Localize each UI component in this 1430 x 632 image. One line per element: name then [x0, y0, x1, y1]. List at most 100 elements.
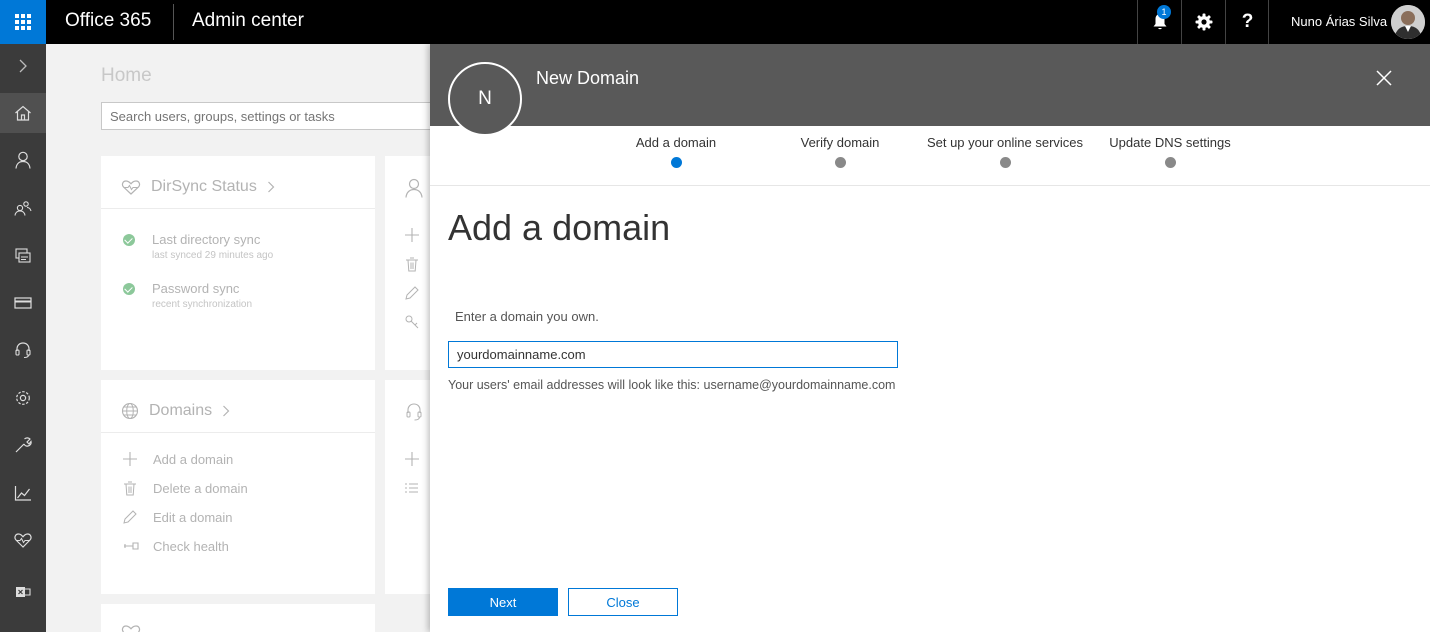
setup-icon [15, 437, 32, 453]
status-label: Password sync [152, 281, 240, 296]
support-card [385, 380, 430, 594]
card-divider [101, 432, 375, 433]
nav-billing[interactable] [0, 283, 46, 323]
status-detail: last synced 29 minutes ago [152, 250, 274, 261]
domains-card: Domains Add a domain Delete a domain Edi… [101, 380, 375, 594]
dirsync-card-header[interactable]: DirSync Status [121, 178, 275, 196]
health-icon [121, 625, 141, 632]
close-icon [1376, 70, 1392, 86]
billing-icon [14, 297, 32, 309]
chevron-right-icon [223, 405, 230, 417]
settings-icon [16, 391, 30, 405]
brand-name[interactable]: Office 365 [65, 0, 151, 44]
new-domain-panel: New Domain N Add a domain Verify domain … [430, 44, 1430, 632]
left-navigation-rail [0, 44, 46, 632]
add-icon [123, 452, 137, 466]
health-icon [14, 533, 32, 548]
health-icon [121, 180, 141, 195]
action-label: Delete a domain [153, 480, 248, 496]
users-card [385, 156, 430, 370]
nav-users[interactable] [0, 140, 46, 180]
add-icon [405, 452, 419, 466]
dirsync-card-title: DirSync Status [151, 178, 257, 195]
step-indicator [834, 157, 846, 168]
chevron-right-icon [267, 181, 275, 193]
top-bar: Office 365 Admin center 1 ? Nuno Árias S… [0, 0, 1430, 44]
user-name[interactable]: Nuno Árias Silva [1268, 0, 1387, 44]
groups-icon [14, 201, 32, 216]
step-heading: Add a domain [448, 207, 671, 248]
nav-health[interactable] [0, 520, 46, 560]
nav-resources[interactable] [0, 235, 46, 275]
domain-name-input[interactable] [448, 341, 898, 368]
status-label: Last directory sync [152, 232, 261, 247]
chevron-right-icon [19, 59, 27, 73]
step-update-dns: Update DNS settings [1070, 135, 1270, 168]
key-icon [405, 315, 419, 329]
page-title: Home [101, 65, 152, 86]
nav-admin-centers[interactable] [0, 572, 46, 612]
next-button[interactable]: Next [448, 588, 558, 616]
app-title[interactable]: Admin center [192, 0, 304, 44]
user-photo-icon [1391, 5, 1425, 39]
step-indicator [670, 157, 682, 168]
email-preview-text: Your users' email addresses will look li… [448, 378, 896, 392]
check-icon [123, 283, 135, 295]
reports-icon [14, 486, 31, 501]
notifications-button[interactable]: 1 [1137, 0, 1181, 44]
status-detail: recent synchronization [152, 299, 253, 310]
close-button[interactable]: Close [568, 588, 678, 616]
nav-setup[interactable] [0, 425, 46, 465]
add-icon [405, 228, 419, 242]
user-icon [15, 151, 31, 169]
step-indicator [1164, 157, 1176, 168]
help-button[interactable]: ? [1225, 0, 1269, 44]
panel-avatar: N [448, 62, 522, 136]
search-input[interactable] [101, 102, 441, 130]
steps-divider [430, 185, 1430, 186]
list-icon [405, 483, 418, 493]
check-icon [123, 234, 135, 246]
gear-icon [1195, 13, 1212, 31]
nav-home[interactable] [0, 93, 46, 133]
nav-groups[interactable] [0, 188, 46, 228]
delete-icon [406, 257, 418, 272]
delete-icon [124, 481, 136, 495]
avatar[interactable] [1391, 5, 1425, 39]
app-launcher-button[interactable] [0, 0, 46, 44]
home-icon [15, 105, 31, 121]
action-label: Edit a domain [153, 509, 233, 525]
domains-card-header[interactable]: Domains [121, 402, 230, 420]
edit-icon [405, 286, 419, 300]
admin-centers-icon [16, 587, 31, 597]
close-panel-button[interactable] [1370, 64, 1398, 92]
action-label: Check health [153, 538, 229, 554]
delete-domain-link[interactable]: Delete a domain [123, 479, 248, 497]
edit-domain-link[interactable]: Edit a domain [123, 508, 233, 526]
settings-button[interactable] [1181, 0, 1225, 44]
step-indicator [999, 157, 1011, 168]
add-domain-link[interactable]: Add a domain [123, 450, 233, 468]
domain-field-label: Enter a domain you own. [455, 309, 599, 324]
support-icon [406, 403, 422, 421]
resources-icon [15, 248, 31, 263]
edit-icon [123, 510, 137, 524]
service-health-card [101, 604, 375, 632]
panel-header: New Domain [430, 44, 1430, 126]
dirsync-status-card: DirSync Status Last directory sync last … [101, 156, 375, 370]
nav-support[interactable] [0, 330, 46, 370]
stethoscope-icon [124, 542, 139, 550]
domains-card-title: Domains [149, 402, 213, 419]
support-icon [15, 342, 31, 359]
help-icon: ? [1241, 11, 1254, 32]
brand-divider [173, 4, 174, 40]
waffle-icon [15, 14, 31, 30]
card-divider [101, 208, 375, 209]
nav-settings[interactable] [0, 378, 46, 418]
expand-nav-button[interactable] [0, 46, 46, 86]
globe-icon [121, 402, 139, 420]
nav-reports[interactable] [0, 473, 46, 513]
action-label: Add a domain [153, 451, 234, 467]
notification-count-badge: 1 [1157, 5, 1171, 19]
check-health-link[interactable]: Check health [123, 537, 229, 555]
